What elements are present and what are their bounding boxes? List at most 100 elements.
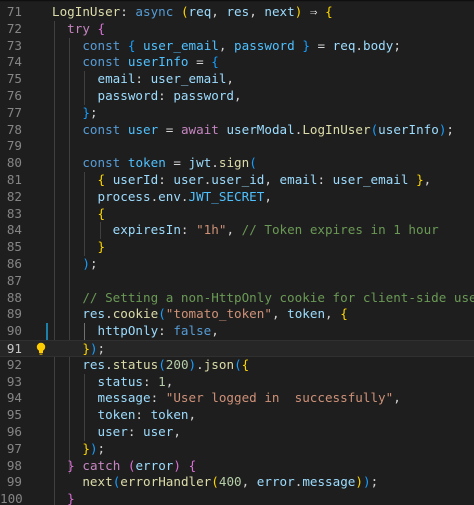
line-number: 79 xyxy=(6,138,22,154)
code-line[interactable]: 71 LogInUser: async (req, res, next) ⇒ { xyxy=(0,4,474,21)
line-number: 82 xyxy=(6,188,22,204)
code-line[interactable]: 87 xyxy=(0,273,474,290)
code-token: { xyxy=(340,306,348,322)
code-line[interactable]: 89 res.cookie("tomato_token", token, { xyxy=(0,306,474,323)
code-line[interactable]: 78 const user = await userModal.LogInUse… xyxy=(0,122,474,139)
code-token: const xyxy=(82,54,121,70)
line-number: 72 xyxy=(6,20,22,36)
code-token: sign xyxy=(218,155,250,171)
code-token: user_id xyxy=(211,172,265,187)
code-line[interactable]: 91 }); xyxy=(0,340,474,357)
code-token: expiresIn xyxy=(112,222,181,238)
code-token: 1 xyxy=(158,373,166,389)
code-line[interactable]: 85 } xyxy=(0,239,474,256)
code-token: } xyxy=(97,239,106,255)
code-token: , xyxy=(423,172,432,187)
code-token: ; xyxy=(97,341,106,356)
line-number: 93 xyxy=(6,373,22,389)
code-text: LogInUser: async (req, res, next) ⇒ { xyxy=(52,4,333,21)
git-change-indicator[interactable] xyxy=(46,323,48,340)
code-text: status: 1, xyxy=(52,373,174,391)
code-line[interactable]: 100 } xyxy=(0,491,474,505)
code-token: ) xyxy=(362,474,371,490)
code-token: error xyxy=(135,457,174,473)
code-line[interactable]: 86 ); xyxy=(0,256,474,273)
code-token: , xyxy=(211,323,219,339)
code-token: ; xyxy=(370,474,379,490)
code-line[interactable]: 90 httpOnly: false, xyxy=(0,323,474,340)
code-text: httpOnly: false, xyxy=(52,323,219,340)
code-line[interactable]: 83 { xyxy=(0,206,474,223)
code-token: = xyxy=(309,37,333,53)
code-token: } xyxy=(302,37,310,53)
code-token: errorHandler xyxy=(120,474,212,490)
code-text: }); xyxy=(52,341,105,358)
code-line[interactable]: 74 const userInfo = { xyxy=(0,54,474,71)
code-token: : xyxy=(120,4,136,19)
code-token: , xyxy=(218,37,235,53)
code-line[interactable]: 97 }); xyxy=(0,441,474,458)
line-number: 75 xyxy=(6,71,22,87)
code-token: = xyxy=(158,121,181,137)
code-token: ) xyxy=(188,356,197,372)
code-editor[interactable]: 71 LogInUser: async (req, res, next) ⇒ {7… xyxy=(0,0,474,505)
code-token: "1h" xyxy=(196,222,227,238)
code-line[interactable]: 84 expiresIn: "1h", // Token expires in … xyxy=(0,222,474,239)
code-line[interactable]: 81 { userId: user.user_id, email: user_e… xyxy=(0,172,474,189)
code-token: { xyxy=(241,356,250,372)
code-text: message: "User logged in successfully", xyxy=(52,390,401,407)
line-number: 86 xyxy=(6,256,22,271)
code-line[interactable]: 88 // Setting a non-HttpOnly cookie for … xyxy=(0,290,474,307)
code-token: token xyxy=(150,407,189,423)
code-token: res xyxy=(82,356,106,372)
code-token: , xyxy=(211,4,227,19)
code-line[interactable]: 99 next(errorHandler(400, error.message)… xyxy=(0,474,474,491)
code-line[interactable]: 95 token: token, xyxy=(0,407,474,424)
code-token: { xyxy=(211,54,219,70)
code-token: req xyxy=(188,4,212,19)
code-token: user_email xyxy=(150,71,227,87)
code-line[interactable]: 98 } catch (error) { xyxy=(0,458,474,475)
lightbulb-icon[interactable] xyxy=(36,342,46,356)
code-line[interactable]: 75 email: user_email, xyxy=(0,71,474,88)
code-text: const user = await userModal.LogInUser(u… xyxy=(52,122,454,139)
code-line[interactable]: 73 const { user_email, password } = req.… xyxy=(0,38,474,55)
code-line[interactable]: 96 user: user, xyxy=(0,424,474,441)
code-token: false xyxy=(173,323,212,339)
code-line[interactable]: 80 const token = jwt.sign( xyxy=(0,155,474,172)
code-text: const token = jwt.sign( xyxy=(52,155,256,172)
code-token: , xyxy=(241,474,257,490)
line-number: 83 xyxy=(6,205,22,221)
code-token: ) xyxy=(89,341,98,356)
code-line[interactable]: 77 }; xyxy=(0,105,474,122)
code-line[interactable]: 93 status: 1, xyxy=(0,374,474,391)
code-token: . xyxy=(105,306,113,322)
code-token: next xyxy=(264,4,295,19)
code-token: . xyxy=(180,188,189,204)
code-token: error xyxy=(256,474,295,490)
code-token: { xyxy=(325,4,333,19)
code-line[interactable]: 79 xyxy=(0,138,474,155)
code-token: req xyxy=(332,37,356,53)
code-line[interactable]: 92 res.status(200).json({ xyxy=(0,357,474,374)
code-line[interactable]: 72 try { xyxy=(0,21,474,38)
line-number: 80 xyxy=(6,155,22,171)
code-token: httpOnly xyxy=(97,323,159,339)
code-line[interactable]: 82 process.env.JWT_SECRET, xyxy=(0,189,474,206)
code-line[interactable]: 94 message: "User logged in successfully… xyxy=(0,390,474,407)
code-line[interactable]: 76 password: password, xyxy=(0,88,474,105)
code-token: "tomato_token" xyxy=(165,306,272,322)
